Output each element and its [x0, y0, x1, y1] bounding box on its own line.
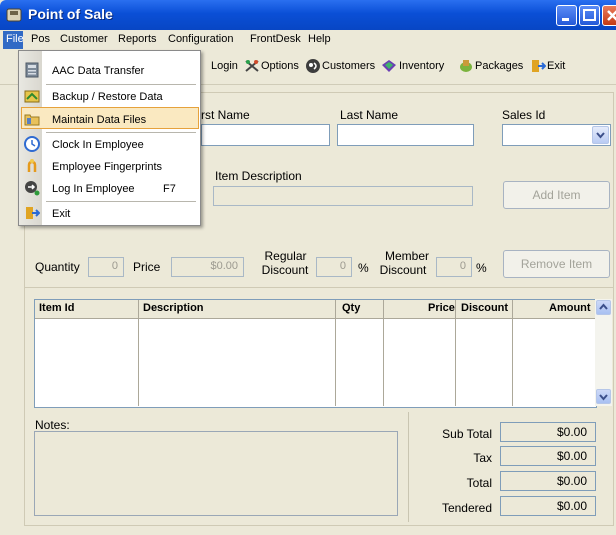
grid-column-divider	[512, 300, 513, 406]
menu-help[interactable]: Help	[308, 33, 331, 45]
member-discount-percent: %	[476, 261, 487, 275]
price-input[interactable]: $0.00	[171, 257, 244, 277]
grid-column-divider	[383, 300, 384, 406]
tax-label: Tax	[473, 451, 492, 465]
notes-label: Notes:	[35, 418, 70, 432]
scroll-up-button[interactable]	[596, 300, 611, 315]
total-label: Total	[466, 476, 492, 490]
toolbar-packages[interactable]: Packages	[475, 60, 523, 72]
file-menu-item-aac-data-transfer[interactable]: AAC Data Transfer	[52, 65, 144, 77]
quantity-label: Quantity	[35, 260, 80, 274]
last-name-label: Last Name	[340, 108, 399, 122]
chevron-down-icon	[596, 132, 605, 139]
sales-id-label: Sales Id	[502, 108, 546, 122]
file-menu-item-backup-restore[interactable]: Backup / Restore Data	[52, 91, 163, 103]
column-header-qty[interactable]: Qty	[342, 302, 360, 314]
toolbar-customers[interactable]: Customers	[322, 60, 375, 72]
fingerprint-icon	[24, 158, 40, 174]
scroll-down-button[interactable]	[596, 389, 611, 404]
file-menu-item-maintain-data-files[interactable]: Maintain Data Files	[52, 114, 146, 126]
last-name-input[interactable]	[337, 124, 474, 146]
menu-reports[interactable]: Reports	[118, 33, 157, 45]
column-header-description[interactable]: Description	[143, 302, 204, 314]
tax-value: $0.00	[500, 446, 596, 466]
regular-discount-input[interactable]: 0	[316, 257, 352, 277]
close-button[interactable]	[602, 5, 616, 26]
maximize-icon	[583, 9, 596, 21]
tendered-label: Tendered	[441, 501, 492, 515]
inventory-icon	[381, 58, 397, 77]
menu-file[interactable]: File	[6, 33, 24, 45]
notes-textarea[interactable]	[34, 431, 398, 516]
item-description-input[interactable]	[213, 186, 473, 206]
tendered-value: $0.00	[500, 496, 596, 516]
menu-configuration[interactable]: Configuration	[168, 33, 233, 45]
member-discount-input[interactable]: 0	[436, 257, 472, 277]
file-menu-item-shortcut: F7	[163, 183, 176, 195]
transfer-icon	[24, 62, 40, 78]
quantity-input[interactable]: 0	[88, 257, 124, 277]
toolbar-inventory[interactable]: Inventory	[399, 60, 444, 72]
login-icon	[24, 180, 40, 196]
file-menu-item-exit[interactable]: Exit	[52, 208, 70, 220]
item-description-label: Item Description	[215, 169, 302, 183]
member-discount-label-2: Discount	[379, 263, 427, 277]
exit-icon	[530, 58, 547, 77]
minimize-button[interactable]	[556, 5, 577, 26]
maximize-button[interactable]	[579, 5, 600, 26]
column-header-amount[interactable]: Amount	[549, 302, 591, 314]
folder-icon	[24, 111, 40, 127]
file-menu-item-employee-fingerprints[interactable]: Employee Fingerprints	[52, 161, 162, 173]
backup-icon	[24, 88, 40, 104]
grid-header	[35, 300, 595, 319]
packages-icon	[458, 58, 474, 77]
regular-discount-label-1: Regular	[264, 249, 307, 263]
remove-item-button[interactable]: Remove Item	[503, 250, 610, 278]
close-icon	[607, 10, 616, 21]
options-icon	[244, 58, 260, 77]
menu-separator	[46, 201, 196, 202]
grid-column-divider	[138, 300, 139, 406]
toolbar-options[interactable]: Options	[261, 60, 299, 72]
sales-id-dropdown-button[interactable]	[592, 126, 609, 144]
menu-separator	[46, 132, 196, 133]
member-discount-label-1: Member	[384, 249, 429, 263]
grid-column-divider	[335, 300, 336, 406]
menu-separator	[46, 84, 196, 85]
add-item-button[interactable]: Add Item	[503, 181, 610, 209]
customers-icon	[305, 58, 321, 77]
chevron-up-icon	[599, 303, 608, 310]
price-label: Price	[133, 260, 161, 274]
first-name-label: rst Name	[201, 108, 250, 122]
toolbar-exit[interactable]: Exit	[547, 60, 565, 72]
regular-discount-label-2: Discount	[261, 263, 309, 277]
minimize-icon	[562, 18, 569, 21]
total-value: $0.00	[500, 471, 596, 491]
file-menu-item-clock-in-employee[interactable]: Clock In Employee	[52, 139, 144, 151]
toolbar-login[interactable]: Login	[211, 60, 238, 72]
menu-frontdesk[interactable]: FrontDesk	[250, 33, 301, 45]
file-menu-item-log-in-employee[interactable]: Log In Employee	[52, 183, 135, 195]
column-header-discount[interactable]: Discount	[461, 302, 508, 314]
menu-pos[interactable]: Pos	[31, 33, 50, 45]
sub-total-value: $0.00	[500, 422, 596, 442]
app-icon	[6, 7, 22, 23]
grid-column-divider	[455, 300, 456, 406]
column-header-price[interactable]: Price	[428, 302, 455, 314]
column-header-item-id[interactable]: Item Id	[39, 302, 74, 314]
clock-icon	[24, 136, 40, 152]
regular-discount-percent: %	[358, 261, 369, 275]
exit-icon	[24, 205, 41, 221]
chevron-down-icon	[599, 394, 608, 401]
sub-total-label: Sub Total	[442, 427, 492, 441]
window-title: Point of Sale	[28, 6, 113, 22]
menu-customer[interactable]: Customer	[60, 33, 108, 45]
first-name-input[interactable]	[201, 124, 330, 146]
